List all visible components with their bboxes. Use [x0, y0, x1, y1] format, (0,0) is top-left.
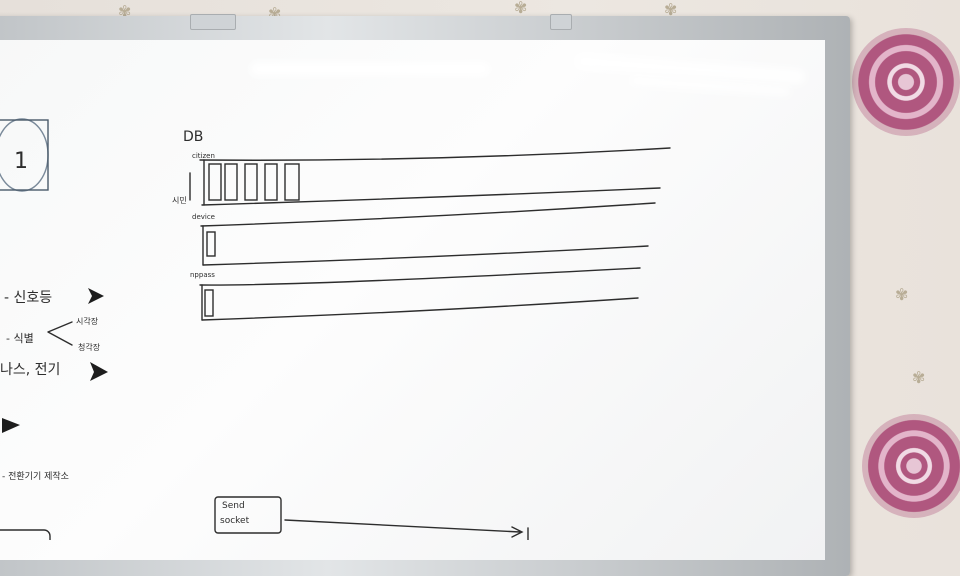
branch-lines	[47, 321, 73, 346]
bottom-box-sketch	[0, 529, 51, 540]
note-text: - 식별	[6, 332, 34, 345]
table-label: citizen	[192, 152, 215, 160]
table-slot	[264, 163, 278, 201]
note-text: 나스, 전기	[0, 362, 60, 378]
table-line	[201, 297, 639, 321]
table-slot	[204, 289, 214, 317]
table-line	[199, 267, 641, 286]
send-box-text: Send	[222, 501, 245, 511]
table-label: nppass	[190, 271, 215, 279]
note-text: - 신호등	[4, 290, 52, 306]
note-text: 시각장	[76, 316, 99, 326]
table-slot	[244, 163, 258, 201]
table-line	[200, 202, 656, 227]
triangle-marker-icon	[2, 418, 20, 433]
triangle-marker-icon	[90, 362, 108, 381]
triangle-marker-icon	[88, 288, 104, 304]
table-line	[201, 187, 661, 206]
side-label: 시민	[172, 195, 187, 205]
send-box-text: socket	[220, 516, 250, 526]
table-label: device	[192, 213, 215, 221]
table-slot	[284, 163, 300, 201]
note-text: 청각장	[78, 342, 101, 352]
note-text: - 전환기기 제작소	[2, 470, 69, 482]
db-title: DB	[183, 129, 203, 145]
left-box-mark: 1	[14, 149, 28, 174]
whiteboard-drawing: DB citizen device nppass 시민 1 - 신호등 - 식별…	[0, 118, 671, 540]
table-line	[199, 147, 671, 161]
table-slot	[206, 231, 216, 257]
arrow	[284, 519, 524, 538]
table-slot	[208, 163, 222, 201]
table-line	[202, 245, 649, 266]
table-slot	[224, 163, 238, 201]
